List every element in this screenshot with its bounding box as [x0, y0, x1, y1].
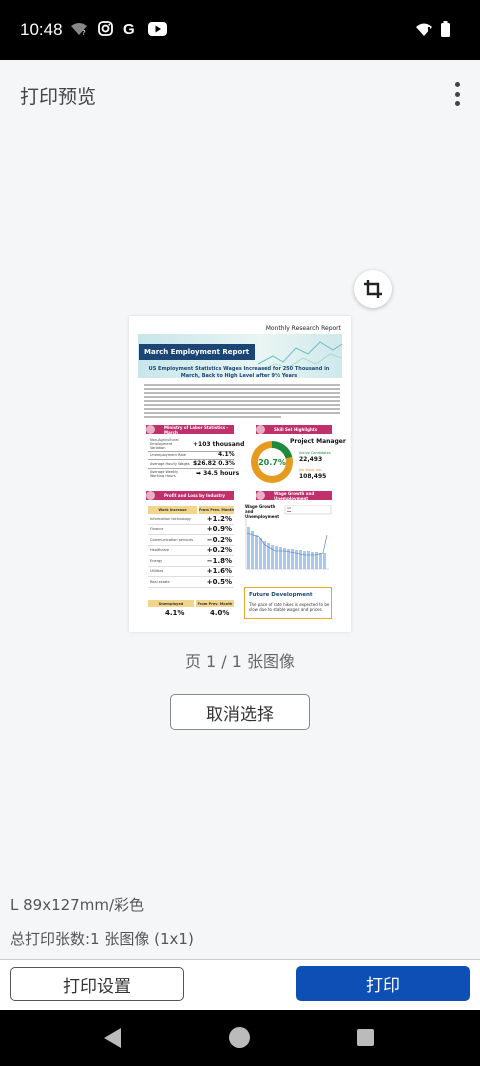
- unemployed-label: Unemployed: [148, 600, 194, 607]
- skill-section-icon: [256, 425, 265, 434]
- table-row: Communication services −0.2%: [148, 535, 234, 546]
- status-time: 10:48: [20, 20, 63, 39]
- labor-row-3-value: $26.82 0.3%: [193, 460, 235, 467]
- pl-row-label: Healthcare: [150, 548, 170, 553]
- pl-row-label: Energy: [150, 558, 163, 563]
- recents-icon[interactable]: [357, 1029, 374, 1046]
- pl-row-value: +0.5%: [206, 577, 232, 586]
- battery-icon: [441, 21, 450, 37]
- pl-row-label: Communication services: [150, 537, 194, 542]
- pl-table: Information technology +1.2% Finance +0.9%…: [148, 514, 234, 588]
- wifi-question-icon: ?: [71, 22, 87, 36]
- wage-chart: [245, 505, 332, 570]
- doc-header: Monthly Research Report: [265, 325, 341, 332]
- notification-icons: ? G: [70, 21, 167, 36]
- pl-row-value: +1.2%: [206, 514, 232, 523]
- doc-body-text: [144, 384, 340, 420]
- page-indicator: 页 1 / 1 张图像: [184, 652, 296, 671]
- labor-section-icon: [146, 425, 155, 434]
- table-row: Information technology +1.2%: [148, 514, 234, 525]
- labor-row-4-value: ➡ 34.5 hours: [196, 470, 240, 477]
- table-row: Real estate +0.5%: [148, 577, 234, 588]
- pl-row-value: +0.9%: [206, 525, 232, 534]
- wifi-alert-icon: [416, 23, 432, 36]
- unemployed-header: Unemployed From Prev. Month: [148, 600, 234, 607]
- wage-section-icon: [256, 491, 265, 500]
- pl-header-work: Work Increase: [148, 506, 197, 514]
- labor-divider-3: [148, 468, 234, 469]
- svg-text:?: ?: [82, 29, 86, 36]
- paper-size-info: L 89x127mm/彩色: [10, 896, 144, 914]
- print-settings-button[interactable]: 打印设置: [10, 967, 184, 1001]
- navigation-bar: [0, 1010, 480, 1066]
- unemployed-value: 4.1%: [165, 609, 185, 617]
- pl-row-value: +1.6%: [206, 567, 232, 576]
- table-row: Healthcare +0.2%: [148, 546, 234, 556]
- pl-table-header: Work Increase From Prev. Month: [148, 506, 234, 514]
- pl-row-label: Real estate: [150, 579, 170, 584]
- labor-row-4-label: Average Weekly Working Hours: [150, 470, 179, 479]
- system-icons: [415, 21, 450, 37]
- pl-header-prev: From Prev. Month: [199, 506, 234, 514]
- table-row: Energy −1.8%: [148, 556, 234, 567]
- table-row: Finance +0.9%: [148, 525, 234, 535]
- app-bar: 打印预览: [0, 60, 480, 128]
- deselect-button[interactable]: 取消选择: [170, 694, 310, 730]
- bottom-action-bar: 打印设置 打印: [0, 960, 480, 1010]
- skill-role: Project Manager: [290, 438, 346, 445]
- future-title: Future Development: [249, 592, 313, 598]
- labor-row-1-value: +103 thousand: [193, 441, 245, 448]
- section-wage-header: Wage Growth and Unemployment: [256, 490, 332, 501]
- section-skill-label: Skill Set Highlights: [274, 427, 318, 432]
- section-wage-label: Wage Growth and Unemployment: [274, 490, 315, 501]
- back-icon[interactable]: [104, 1028, 121, 1048]
- from-prev-label: From Prev. Month: [195, 600, 234, 607]
- skill-percent: 20.7%: [258, 448, 286, 476]
- more-options-icon[interactable]: [452, 82, 462, 106]
- pl-row-value: −0.2%: [206, 535, 232, 544]
- total-print-count: 总打印张数:1 张图像 (1x1): [10, 930, 194, 948]
- pl-row-label: Finance: [150, 527, 164, 532]
- section-skill-header: Skill Set Highlights: [256, 425, 332, 434]
- job-count-value: 108,495: [299, 473, 327, 480]
- labor-row-1-label: Non-Agricultural Employment Variation: [150, 438, 179, 451]
- google-icon: G: [123, 21, 135, 36]
- page-title: 打印预览: [20, 86, 97, 108]
- crop-icon: [364, 280, 382, 298]
- future-development-box: Future Development The pace of rate hike…: [244, 587, 332, 619]
- section-labor-label: Ministry of Labor Statistics - March: [164, 424, 229, 435]
- crop-button[interactable]: [354, 270, 392, 308]
- skill-donut-chart: 20.7%: [251, 441, 293, 483]
- active-candidates-value: 22,493: [299, 456, 323, 463]
- pl-row-value: −1.8%: [206, 556, 232, 565]
- doc-subtitle: US Employment Statistics Wages Increased…: [148, 366, 330, 379]
- section-labor-header: Ministry of Labor Statistics - March: [146, 424, 234, 435]
- table-row: Utilities +1.6%: [148, 567, 234, 577]
- pl-section-icon: [146, 491, 155, 500]
- status-bar: 10:48 ? G: [0, 0, 480, 60]
- pl-row-value: +0.2%: [206, 546, 232, 555]
- instagram-icon: [98, 21, 113, 36]
- job-count-label: Job Want Ads: [299, 468, 322, 472]
- labor-row-2-value: 4.1%: [218, 451, 235, 458]
- doc-title: March Employment Report: [139, 344, 255, 360]
- from-prev-value: 4.0%: [210, 609, 230, 617]
- youtube-icon: [148, 21, 167, 36]
- labor-row-2-label: Unemployment Rate: [150, 453, 187, 457]
- active-candidates-label: Active Candidates: [299, 451, 331, 455]
- svg-text:G: G: [123, 21, 135, 36]
- home-icon[interactable]: [229, 1027, 250, 1048]
- section-pl-label: Profit and Loss by Industry: [164, 493, 225, 498]
- pl-row-label: Information technology: [150, 516, 191, 521]
- section-pl-header: Profit and Loss by Industry: [146, 491, 234, 500]
- labor-row-3-label: Average Hourly Wages: [150, 462, 190, 466]
- pl-row-label: Utilities: [150, 569, 164, 574]
- print-button[interactable]: 打印: [296, 966, 470, 1001]
- future-text: The pace of rate hikes is expected to be…: [249, 602, 330, 613]
